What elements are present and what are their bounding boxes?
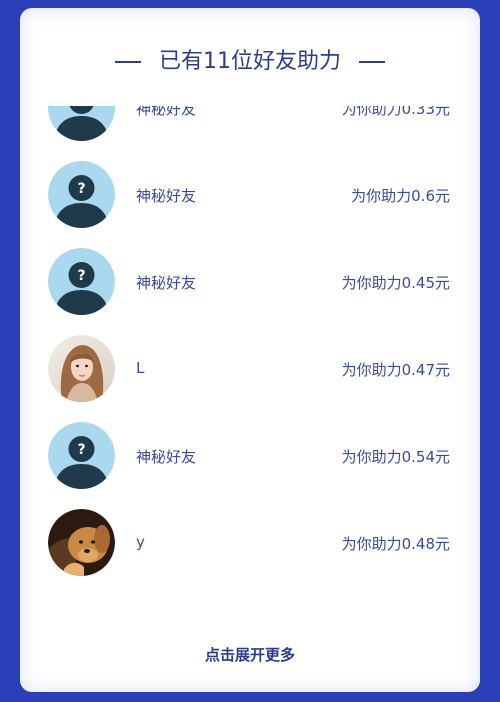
friend-row: ? 神秘好友 为你助力0.6元 — [20, 150, 480, 237]
helpers-card: 已有11位好友助力 ? 神秘好友 为你助力0.33元 — [20, 8, 480, 692]
helpers-title: 已有11位好友助力 — [159, 49, 341, 74]
friend-row: y 为你助力0.48元 — [20, 498, 480, 585]
svg-text:?: ? — [77, 181, 85, 197]
header-right-dash — [359, 61, 385, 63]
svg-text:?: ? — [77, 268, 85, 284]
friend-row: ? 神秘好友 为你助力0.33元 — [20, 106, 480, 150]
friend-name: L — [136, 359, 145, 377]
header-left-dash — [115, 61, 141, 63]
friend-name: 神秘好友 — [136, 187, 197, 205]
friends-list: ? 神秘好友 为你助力0.33元 ? 神秘好友 为你助力0.6元 — [20, 106, 480, 585]
svg-text:?: ? — [77, 442, 85, 458]
expand-more-button[interactable]: 点击展开更多 — [20, 644, 480, 665]
mystery-person-icon: ? — [48, 106, 115, 141]
friend-name: 神秘好友 — [136, 106, 197, 118]
friend-row: ? 神秘好友 为你助力0.45元 — [20, 237, 480, 324]
friends-list-viewport[interactable]: ? 神秘好友 为你助力0.33元 ? 神秘好友 为你助力0.6元 — [20, 106, 480, 626]
friend-row: L 为你助力0.47元 — [20, 324, 480, 411]
friend-help-amount: 为你助力0.6元 — [351, 187, 450, 205]
friend-help-amount: 为你助力0.48元 — [341, 535, 450, 553]
friend-name: 神秘好友 — [136, 274, 197, 292]
girl-photo-avatar — [48, 335, 115, 402]
friend-row: ? 神秘好友 为你助力0.54元 — [20, 411, 480, 498]
mystery-person-icon: ? — [48, 161, 115, 228]
friend-help-amount: 为你助力0.33元 — [341, 106, 450, 118]
svg-text:?: ? — [77, 106, 85, 110]
friend-help-amount: 为你助力0.45元 — [341, 274, 450, 292]
mystery-person-icon: ? — [48, 248, 115, 315]
dog-photo-avatar — [48, 509, 115, 576]
friend-name: 神秘好友 — [136, 448, 197, 466]
helpers-header: 已有11位好友助力 — [20, 46, 480, 78]
friend-help-amount: 为你助力0.47元 — [341, 361, 450, 379]
friend-name: y — [136, 533, 145, 551]
mystery-person-icon: ? — [48, 422, 115, 489]
friend-help-amount: 为你助力0.54元 — [341, 448, 450, 466]
